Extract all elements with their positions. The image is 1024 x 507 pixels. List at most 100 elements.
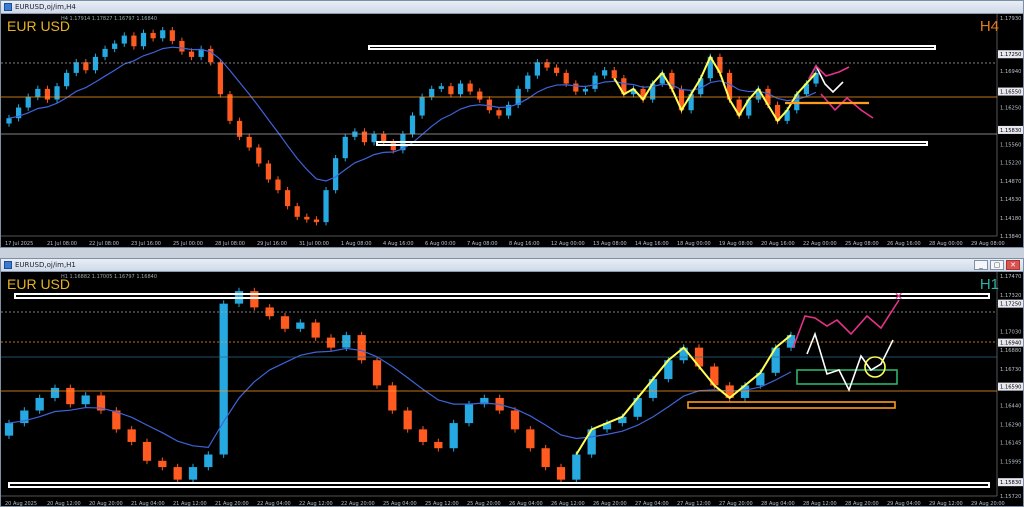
candle-body	[25, 96, 31, 108]
time-tick-label: 21 Aug 04:00	[131, 501, 165, 506]
candle-body	[372, 360, 382, 386]
time-tick-label: 12 Aug 00:00	[551, 241, 585, 247]
candle-body	[35, 397, 44, 411]
magenta-projection-down	[820, 93, 874, 119]
h1-candlestick-chart[interactable]: 1.17470 1.17320 1.17250 1.17030 1.169401.168…	[1, 272, 1023, 506]
candle-body	[311, 322, 320, 338]
candle-body	[541, 448, 550, 468]
price-tick-label: 1.16880	[1000, 348, 1021, 354]
candle-body	[217, 62, 223, 95]
close-button[interactable]: ✕	[1006, 260, 1020, 270]
time-tick-label: 27 Aug 04:00	[635, 501, 669, 506]
time-tick-label: 29 Jul 16:00	[257, 241, 287, 247]
candle-body	[313, 219, 320, 223]
time-tick-label: 27 Aug 12:00	[677, 501, 711, 506]
candle-body	[179, 40, 185, 52]
candle-body	[140, 32, 147, 47]
candle-body	[457, 83, 464, 95]
candle-body	[227, 94, 233, 121]
candle-body	[142, 441, 152, 461]
time-tick-label: 21 Jul 08:00	[47, 241, 77, 247]
candle-body	[296, 322, 305, 329]
time-tick-label: 31 Jul 00:00	[299, 241, 329, 247]
h4-window-title: EURUSD,oj/im,H4	[15, 3, 76, 11]
h4-timeframe-label: H4	[979, 18, 999, 35]
time-tick-label: 28 Aug 04:00	[761, 501, 795, 506]
candle-body	[390, 142, 396, 151]
price-tick-label: 1.15560	[1000, 142, 1021, 148]
time-tick-label: 22 Aug 20:00	[341, 501, 375, 506]
candle-body	[236, 120, 243, 137]
candle-body	[409, 115, 416, 135]
price-tick-label: 1.13840	[1000, 234, 1021, 240]
candle-body	[526, 429, 535, 449]
candle-body	[64, 72, 70, 87]
candle-body	[219, 303, 228, 455]
moving-average-line	[8, 347, 792, 449]
h4-chart-window[interactable]: EURUSD,oj/im,H4 1.17930 1.17250 1.16940 1.1…	[0, 0, 1024, 248]
candle-body	[92, 56, 99, 71]
candle-body	[323, 190, 329, 223]
candle-body	[449, 423, 458, 449]
candle-body	[275, 179, 281, 191]
maximize-button[interactable]: ▢	[990, 260, 1004, 270]
time-tick-label: 27 Aug 20:00	[719, 501, 753, 506]
price-tick-label: 1.17030	[1000, 329, 1021, 335]
time-tick-label: 28 Aug 00:00	[929, 241, 963, 247]
time-tick-label: 21 Aug 20:00	[215, 501, 249, 506]
candle-body	[73, 62, 79, 73]
candle-body	[188, 51, 195, 57]
candle-body	[50, 387, 60, 398]
magenta-projection-path	[792, 299, 900, 349]
h4-candlestick-chart[interactable]: 1.17930 1.17250 1.16940 1.16550 1.16250 1.158…	[1, 14, 1023, 247]
candle-body	[556, 467, 566, 480]
time-tick-label: 29 Aug 08:00	[971, 241, 1005, 247]
candle-body	[121, 35, 127, 44]
candle-body	[160, 30, 166, 39]
price-tick-label: 1.15830	[1000, 128, 1021, 134]
candle-body	[553, 67, 560, 73]
candle-body	[66, 387, 75, 405]
price-tick-label: 1.16440	[1000, 403, 1021, 409]
candle-body	[429, 88, 435, 97]
support-box-bottom	[8, 482, 990, 488]
time-tick-label: 25 Aug 20:00	[467, 501, 501, 506]
time-tick-label: 25 Aug 12:00	[425, 501, 459, 506]
target-x-marker: ✕	[894, 290, 903, 303]
candle-body	[246, 136, 252, 148]
resistance-box-top	[14, 293, 990, 299]
minimize-button[interactable]: _	[974, 260, 988, 270]
candle-body	[294, 206, 300, 217]
h1-title-bar[interactable]: EURUSD,oj/im,H1 _ ▢ ✕	[1, 259, 1023, 272]
candle-body	[169, 30, 175, 41]
h1-timeframe-label: H1	[979, 276, 999, 293]
time-tick-label: 25 Aug 08:00	[845, 241, 879, 247]
chart-window-icon	[4, 261, 12, 269]
orange-demand-zone	[687, 401, 896, 409]
price-tick-label: 1.16940	[1000, 341, 1021, 347]
candle-body	[534, 62, 541, 76]
support-box-bottom	[376, 141, 928, 146]
candle-body	[6, 118, 12, 124]
candle-body	[256, 147, 262, 164]
candle-body	[563, 72, 569, 84]
h1-chart-window[interactable]: EURUSD,oj/im,H1 _ ▢ ✕ 1.17470 1.17320 1.17…	[0, 258, 1024, 507]
time-tick-label: 20 Aug 2025	[5, 501, 37, 506]
price-tick-label: 1.17470	[1000, 274, 1021, 280]
candle-body	[204, 454, 213, 468]
h4-title-bar[interactable]: EURUSD,oj/im,H4	[1, 1, 1023, 14]
price-tick-label: 1.16145	[1000, 441, 1021, 447]
time-tick-label: 26 Aug 20:00	[593, 501, 627, 506]
price-tick-label: 1.15220	[1000, 160, 1021, 166]
candle-body	[173, 467, 182, 480]
time-tick-label: 28 Jul 08:00	[215, 241, 245, 247]
time-tick-label: 25 Aug 04:00	[383, 501, 417, 506]
price-tick-label: 1.16940	[1000, 69, 1021, 75]
price-tick-label: 1.17250	[1000, 52, 1021, 58]
time-tick-label: 1 Aug 08:00	[341, 241, 372, 247]
chart-window-icon	[4, 3, 12, 11]
candle-body	[102, 48, 108, 57]
time-tick-label: 21 Aug 12:00	[173, 501, 207, 506]
candle-body	[448, 86, 454, 95]
candle-body	[572, 454, 581, 480]
